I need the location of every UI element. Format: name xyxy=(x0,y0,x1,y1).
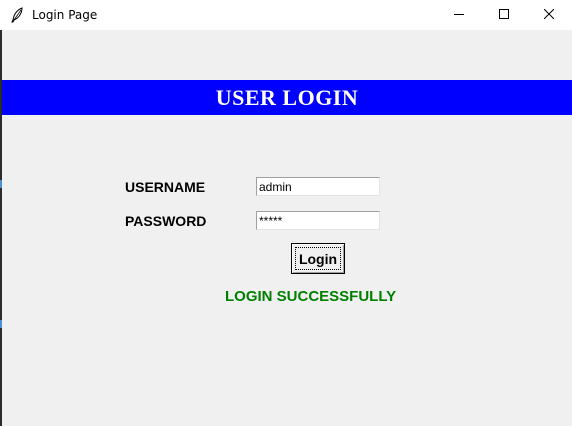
maximize-icon xyxy=(499,6,509,24)
feather-icon xyxy=(10,7,24,23)
username-label: USERNAME xyxy=(125,179,206,195)
login-button[interactable]: Login xyxy=(291,243,345,274)
minimize-button[interactable] xyxy=(436,0,482,30)
page-title: USER LOGIN xyxy=(215,84,359,110)
status-message: LOGIN SUCCESSFULLY xyxy=(225,288,397,305)
login-window: Login Page USER LOGIN USERNAME PASSWORD xyxy=(0,0,572,426)
password-field[interactable] xyxy=(256,211,380,230)
title-bar: Login Page xyxy=(0,0,572,30)
username-field[interactable] xyxy=(256,177,380,196)
login-button-label: Login xyxy=(298,250,338,267)
maximize-button[interactable] xyxy=(481,0,527,30)
minimize-icon xyxy=(454,6,464,24)
window-title: Login Page xyxy=(32,8,98,22)
close-icon xyxy=(543,6,555,24)
header-banner: USER LOGIN xyxy=(2,80,572,115)
close-button[interactable] xyxy=(526,0,572,30)
password-label: PASSWORD xyxy=(125,213,207,229)
